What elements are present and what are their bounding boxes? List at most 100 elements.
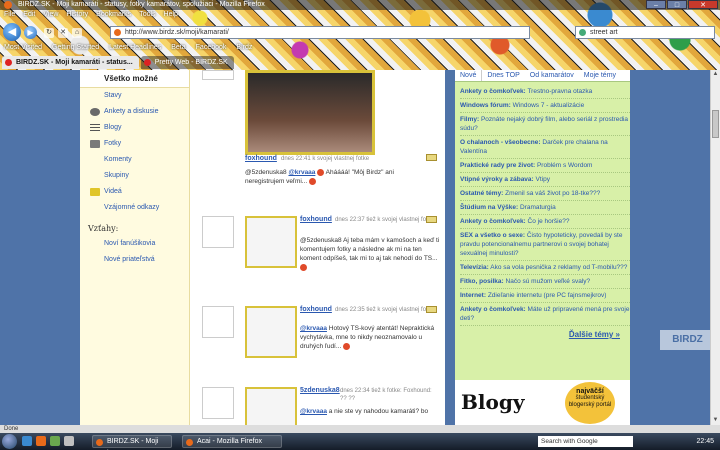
topic-title[interactable]: Poznáte nejaký dobrý film, alebo seriál … xyxy=(460,116,628,132)
topic-forum[interactable]: Ostatné témy: xyxy=(460,190,503,197)
envelope-icon[interactable] xyxy=(426,216,437,223)
commented-photo[interactable] xyxy=(245,70,375,155)
topic-forum[interactable]: Fitko, posilka: xyxy=(460,278,504,285)
envelope-icon[interactable] xyxy=(426,154,437,161)
topic-item[interactable]: Vtipné výroky a zábava: Vtipy xyxy=(460,173,630,187)
mention-link[interactable]: @krvaaa xyxy=(288,169,315,176)
nav-item-ankety[interactable]: Ankety a diskusie xyxy=(80,104,189,120)
topic-forum[interactable]: Ankety o čomkoľvek: xyxy=(460,306,526,313)
topic-forum[interactable]: Filmy: xyxy=(460,116,479,123)
topic-title[interactable]: Problém s Wordom xyxy=(537,162,593,169)
menu-help[interactable]: Help xyxy=(164,11,178,21)
search-bar[interactable]: street art xyxy=(575,26,715,39)
back-arrow-icon[interactable]: ◀ xyxy=(3,23,21,41)
scroll-up-icon[interactable]: ▲ xyxy=(712,71,719,78)
avatar[interactable] xyxy=(202,306,234,338)
nav-item-videa[interactable]: Videá xyxy=(80,184,189,200)
start-button[interactable] xyxy=(2,434,17,449)
tab-birdz-friends[interactable]: BIRDZ.SK - Moji kamaráti - status... xyxy=(2,56,139,69)
commented-photo[interactable] xyxy=(245,387,297,425)
topic-item[interactable]: Ankety o čomkoľvek: Trestno-pravna otazk… xyxy=(460,85,630,99)
nav-item-new-friendships[interactable]: Nové priateľstvá xyxy=(80,252,189,268)
topic-forum[interactable]: Vtipné výroky a zábava: xyxy=(460,176,534,183)
topic-forum[interactable]: Internet: xyxy=(460,292,486,299)
topic-title[interactable]: Čo je horšie?? xyxy=(528,218,570,225)
menu-bookmarks[interactable]: Bookmarks xyxy=(96,11,131,21)
nav-item-komenty[interactable]: Komenty xyxy=(80,152,189,168)
scroll-down-icon[interactable]: ▼ xyxy=(712,417,719,424)
topic-forum[interactable]: Televízia: xyxy=(460,264,489,271)
topic-forum[interactable]: Praktické rady pre život: xyxy=(460,162,535,169)
folder-quicklaunch-icon[interactable] xyxy=(64,436,74,446)
blogy-banner[interactable]: Blogy najväčší študentský blogerský port… xyxy=(455,380,630,425)
nav-item-new-fans[interactable]: Noví fanúšikovia xyxy=(80,236,189,252)
topic-forum[interactable]: Ankety o čomkoľvek: xyxy=(460,218,526,225)
mention-link[interactable]: @krvaaa xyxy=(300,325,327,332)
page-scrollbar[interactable]: ▲ ▼ xyxy=(710,70,720,425)
envelope-icon[interactable] xyxy=(426,306,437,313)
bookmark-facebook[interactable]: Facebook xyxy=(196,44,227,54)
avatar[interactable] xyxy=(202,216,234,248)
menu-file[interactable]: File xyxy=(4,11,15,21)
menu-history[interactable]: History xyxy=(66,11,88,21)
tab-pretty-web[interactable]: Pretty Web - BIRDZ.SK xyxy=(140,56,234,69)
home-icon[interactable]: ⌂ xyxy=(72,28,82,38)
nav-item-blogy[interactable]: Blogy xyxy=(80,120,189,136)
topic-item[interactable]: Ankety o čomkoľvek: Čo je horšie?? xyxy=(460,215,630,229)
topic-title[interactable]: Windows 7 - aktualizácie xyxy=(513,102,585,109)
topic-title[interactable]: Zdieľanie internetu (pre PC fajnsmejkrov… xyxy=(488,292,607,299)
topic-forum[interactable]: Ankety o čomkoľvek: xyxy=(460,88,526,95)
bookmark-getting-started[interactable]: Getting Started xyxy=(52,44,99,54)
topic-forum[interactable]: O chalanoch - všeobecne: xyxy=(460,139,541,146)
scroll-thumb[interactable] xyxy=(712,110,719,138)
topic-item[interactable]: Internet: Zdieľanie internetu (pre PC fa… xyxy=(460,289,630,303)
nav-item-stavy[interactable]: Stavy xyxy=(80,88,189,104)
nav-item-fotky[interactable]: Fotky xyxy=(80,136,189,152)
bookmark-beta[interactable]: Beta xyxy=(171,44,185,54)
maximize-button[interactable]: □ xyxy=(667,0,687,9)
topic-title[interactable]: Načo sú mužom veľké svaly? xyxy=(506,278,591,285)
topic-title[interactable]: Trestno-pravna otazka xyxy=(527,88,592,95)
author-link[interactable]: foxhound xyxy=(245,155,277,162)
commented-photo[interactable] xyxy=(245,216,297,268)
taskbar-item-birdz[interactable]: BIRDZ.SK - Moji ka... xyxy=(92,435,172,448)
topic-title[interactable]: Vtipy xyxy=(536,176,550,183)
topic-forum[interactable]: Štúdium na Výške: xyxy=(460,204,518,211)
author-link[interactable]: foxhound xyxy=(300,306,332,313)
explorer-quicklaunch-icon[interactable] xyxy=(50,436,60,446)
menu-tools[interactable]: Tools xyxy=(139,11,155,21)
reload-icon[interactable]: ↻ xyxy=(44,28,54,38)
menu-view[interactable]: View xyxy=(43,11,58,21)
topic-title[interactable]: Dramaturgia xyxy=(520,204,556,211)
commented-photo[interactable] xyxy=(245,306,297,358)
more-topics-link[interactable]: Ďalšie témy » xyxy=(455,330,630,339)
stop-icon[interactable]: ✕ xyxy=(58,28,68,38)
topic-item[interactable]: Štúdium na Výške: Dramaturgia xyxy=(460,201,630,215)
address-bar[interactable]: http://www.birdz.sk/moji/kamarati/ xyxy=(110,26,530,39)
show-desktop-icon[interactable] xyxy=(22,436,32,446)
topic-title[interactable]: Zmenil sa váš život po 18-tke??? xyxy=(505,190,600,197)
firefox-quicklaunch-icon[interactable] xyxy=(36,436,46,446)
tab-nove[interactable]: Nové xyxy=(455,70,483,81)
topic-item[interactable]: Praktické rady pre život: Problém s Word… xyxy=(460,159,630,173)
nav-item-vzajomne-odkazy[interactable]: Vzájomné odkazy xyxy=(80,200,189,216)
bookmark-birdz[interactable]: Birdz xyxy=(236,44,252,54)
minimize-button[interactable]: – xyxy=(646,0,666,9)
mention-link[interactable]: @krvaaa xyxy=(300,408,327,415)
menu-edit[interactable]: Edit xyxy=(23,11,35,21)
avatar[interactable] xyxy=(202,70,234,80)
topic-forum[interactable]: Windows fórum: xyxy=(460,102,511,109)
close-button[interactable]: ✕ xyxy=(688,0,718,9)
forward-arrow-icon[interactable]: ▶ xyxy=(24,26,37,39)
bookmark-most-visited[interactable]: Most Visited xyxy=(4,44,42,54)
topic-item[interactable]: Filmy: Poznáte nejaký dobrý film, alebo … xyxy=(460,113,630,136)
topic-item[interactable]: Ankety o čomkoľvek: Máte už pripravené m… xyxy=(460,303,630,326)
topic-title[interactable]: Ako sa vola pesnička z reklamy od T-mobi… xyxy=(490,264,627,271)
author-link[interactable]: foxhound xyxy=(300,216,332,223)
topic-item[interactable]: SEX a všetko o sexe: Čisto hypoteticky, … xyxy=(460,229,630,261)
topic-item[interactable]: Fitko, posilka: Načo sú mužom veľké sval… xyxy=(460,275,630,289)
tab-dnes-top[interactable]: Dnes TOP xyxy=(482,70,524,81)
topic-item[interactable]: Televízia: Ako sa vola pesnička z reklam… xyxy=(460,261,630,275)
tab-moje-temy[interactable]: Moje témy xyxy=(579,70,621,81)
tab-od-kamaratov[interactable]: Od kamarátov xyxy=(525,70,579,81)
